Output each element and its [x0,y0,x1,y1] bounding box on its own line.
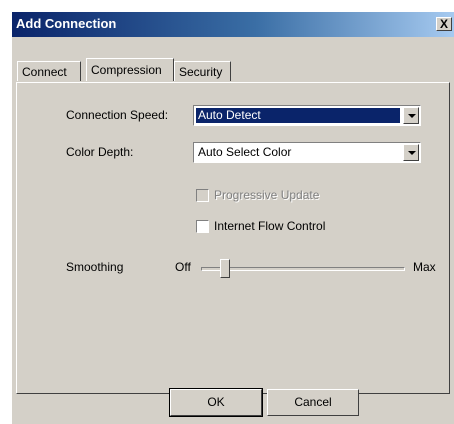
tab-compression-label: Compression [91,63,162,77]
cancel-button[interactable]: Cancel [267,389,359,416]
window-title: Add Connection [16,16,117,31]
title-bar[interactable]: Add Connection X [12,12,454,37]
smoothing-min-label: Off [175,260,191,274]
ok-button-label: OK [207,395,225,409]
connection-speed-value: Auto Detect [196,108,400,123]
tab-connect-label: Connect [22,65,67,79]
progressive-update-label: Progressive Update [214,188,320,202]
color-depth-value: Auto Select Color [198,145,292,159]
cancel-button-label: Cancel [294,395,332,409]
compression-panel: Connection Speed: Auto Detect Color Dept… [16,82,450,394]
smoothing-label: Smoothing [66,260,124,274]
chevron-down-icon [408,114,416,118]
internet-flow-control-label: Internet Flow Control [214,219,326,233]
internet-flow-control-checkbox[interactable] [196,220,209,233]
smoothing-slider-track[interactable] [201,267,405,271]
tab-security[interactable]: Security [174,61,231,81]
color-depth-select[interactable]: Auto Select Color [193,142,421,163]
tab-security-label: Security [179,65,223,79]
close-button[interactable]: X [436,17,452,31]
ok-button[interactable]: OK [169,388,263,417]
connection-speed-select[interactable]: Auto Detect [193,105,421,126]
smoothing-slider-thumb[interactable] [220,259,231,278]
close-icon: X [439,17,448,31]
add-connection-dialog: Add Connection X Connect Compression Sec… [12,12,454,424]
color-depth-label: Color Depth: [66,145,134,159]
chevron-down-icon [408,151,416,155]
smoothing-max-label: Max [413,260,436,274]
tab-connect[interactable]: Connect [17,61,81,81]
color-depth-dropdown-button[interactable] [403,144,419,161]
progressive-update-checkbox[interactable] [196,189,209,202]
tab-compression[interactable]: Compression [86,58,174,81]
tab-strip: Connect Compression Security [12,37,454,83]
connection-speed-dropdown-button[interactable] [403,107,419,124]
connection-speed-label: Connection Speed: [66,108,169,122]
